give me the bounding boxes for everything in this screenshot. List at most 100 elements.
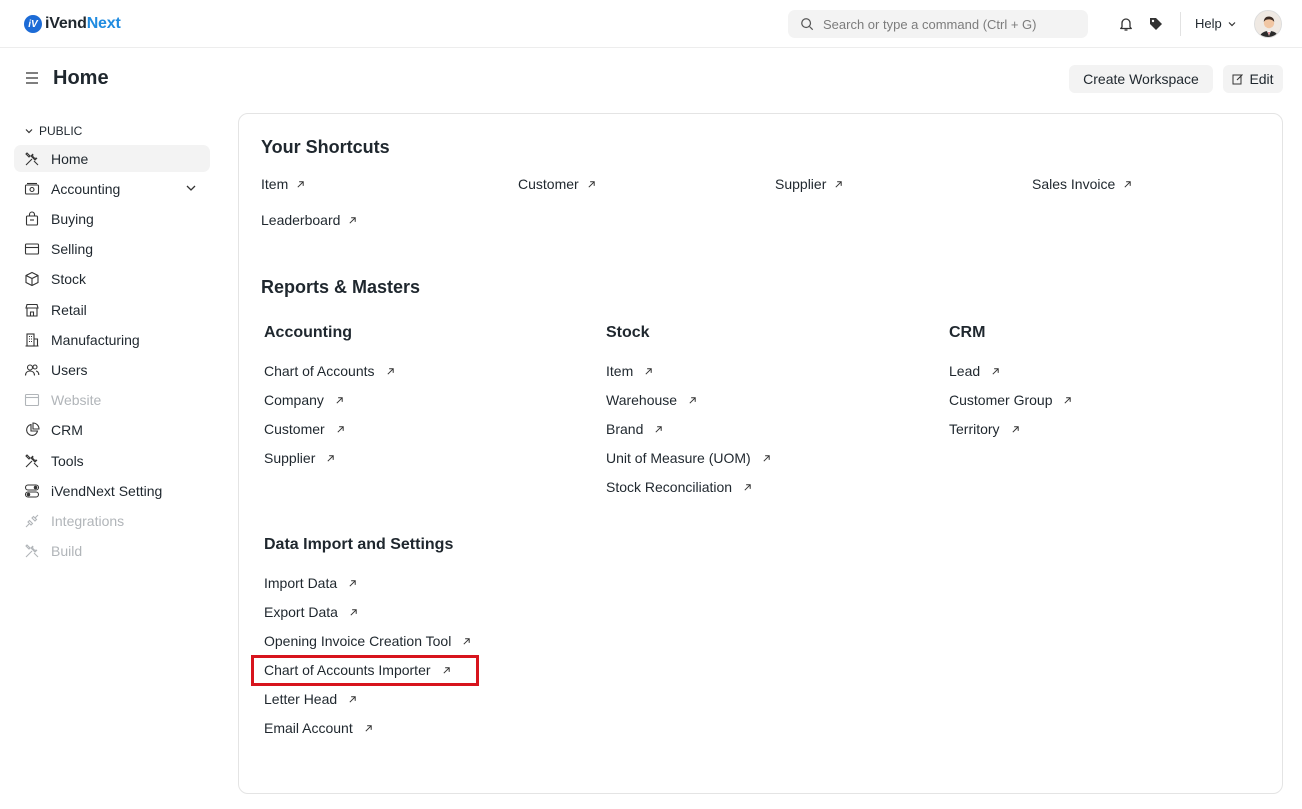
sidebar-item-tools[interactable]: Tools [14, 447, 210, 474]
link-label: Letter Head [264, 691, 338, 707]
sidebar-item-label: Tools [51, 452, 84, 469]
arrow-up-right-icon [645, 367, 652, 375]
chevron-down-icon [25, 129, 33, 134]
chevron-down-icon[interactable] [184, 181, 198, 195]
link-label: Supplier [264, 450, 316, 466]
retail-icon [23, 301, 41, 319]
sidebar-item-retail[interactable]: Retail [14, 296, 210, 323]
sidebar-item-label: Selling [51, 241, 94, 258]
search-bar[interactable] [788, 10, 1088, 38]
link-customer[interactable]: Customer [264, 421, 345, 437]
edit-label: Edit [1249, 71, 1274, 87]
link-stock-reconciliation[interactable]: Stock Reconciliation [606, 479, 752, 495]
sidebar-item-build[interactable]: Build [14, 538, 210, 565]
arrow-up-right-icon [1012, 425, 1019, 433]
sidebar-item-accounting[interactable]: Accounting [14, 175, 210, 202]
link-import-data[interactable]: Import Data [264, 575, 357, 591]
tools-icon [23, 452, 41, 470]
arrow-up-right-icon [336, 396, 343, 404]
shortcut-customer[interactable]: Customer [518, 176, 596, 192]
accounting-icon [23, 180, 41, 198]
link-email-account[interactable]: Email Account [264, 720, 373, 736]
sidebar-item-ivendnext-setting[interactable]: iVendNext Setting [14, 477, 210, 504]
link-territory[interactable]: Territory [949, 421, 1020, 437]
link-export-data[interactable]: Export Data [264, 604, 358, 620]
link-label: Import Data [264, 575, 338, 591]
arrow-up-right-icon [349, 695, 356, 703]
link-label: Customer [264, 421, 325, 437]
link-chart-of-accounts-importer[interactable]: Chart of Accounts Importer [264, 662, 451, 678]
user-avatar[interactable] [1254, 10, 1282, 38]
sidebar-item-users[interactable]: Users [14, 357, 210, 384]
link-item[interactable]: Item [606, 363, 653, 379]
arrow-up-right-icon [1064, 396, 1072, 404]
sidebar-item-integrations[interactable]: Integrations [14, 507, 210, 534]
link-unit-of-measure[interactable]: Unit of Measure (UOM) [606, 450, 771, 466]
integrations-icon [23, 512, 41, 530]
link-label: Chart of Accounts [264, 363, 375, 379]
link-opening-invoice-creation-tool[interactable]: Opening Invoice Creation Tool [264, 633, 471, 649]
tools-icon [23, 150, 41, 168]
arrow-up-right-icon [1124, 180, 1131, 188]
brand-mark-icon: iV [24, 15, 42, 33]
arrow-up-right-icon [588, 180, 595, 188]
sidebar-item-stock[interactable]: Stock [14, 266, 210, 293]
edit-button[interactable]: Edit [1223, 65, 1283, 93]
arrow-up-right-icon [350, 608, 357, 616]
sidebar-item-website[interactable]: Website [14, 387, 210, 414]
link-label: Export Data [264, 604, 338, 620]
sidebar-item-label: Users [51, 362, 88, 378]
tag-icon[interactable] [1146, 14, 1166, 34]
sidebar-item-home[interactable]: Home [14, 145, 210, 173]
search-input[interactable] [823, 16, 1073, 32]
link-letter-head[interactable]: Letter Head [264, 691, 357, 707]
hamburger-menu-icon[interactable] [24, 70, 40, 86]
arrow-up-right-icon [744, 483, 751, 491]
sidebar: PUBLIC Home Accounting Buying Selling St… [14, 120, 210, 565]
sidebar-item-label: Integrations [51, 512, 125, 529]
arrow-up-right-icon [327, 454, 335, 462]
sidebar-item-label: Home [51, 150, 89, 167]
shortcut-item[interactable]: Item [261, 176, 305, 192]
shortcut-leaderboard[interactable]: Leaderboard [261, 212, 357, 228]
shortcut-supplier[interactable]: Supplier [775, 176, 843, 192]
sidebar-item-manufacturing[interactable]: Manufacturing [14, 326, 210, 353]
sidebar-item-label: Stock [51, 271, 87, 288]
reports-title: Reports & Masters [261, 277, 421, 297]
website-icon [23, 391, 41, 409]
settings-icon [23, 482, 41, 500]
arrow-up-right-icon [689, 396, 696, 404]
link-supplier[interactable]: Supplier [264, 450, 335, 466]
card-title-accounting: Accounting [264, 324, 352, 341]
sidebar-item-selling[interactable]: Selling [14, 236, 210, 263]
shortcut-label: Supplier [775, 176, 827, 192]
sidebar-group-label: PUBLIC [39, 124, 83, 138]
link-label: Chart of Accounts Importer [264, 662, 431, 678]
shortcut-label: Customer [518, 176, 579, 192]
notification-bell-icon[interactable] [1116, 14, 1136, 34]
page-header: Home Create Workspace Edit [0, 48, 1302, 108]
shortcut-sales-invoice[interactable]: Sales Invoice [1032, 176, 1132, 192]
brand-logo[interactable]: iV iVendNext [24, 14, 121, 34]
link-lead[interactable]: Lead [949, 363, 1000, 379]
sidebar-item-label: iVendNext Setting [51, 482, 163, 499]
create-workspace-button[interactable]: Create Workspace [1069, 65, 1213, 93]
link-label: Brand [606, 421, 644, 437]
sidebar-group-public[interactable]: PUBLIC [14, 120, 210, 142]
brand-name: iVendNext [45, 15, 121, 32]
sidebar-item-label: Accounting [51, 180, 121, 197]
link-brand[interactable]: Brand [606, 421, 663, 437]
arrow-up-right-icon [349, 579, 356, 587]
link-warehouse[interactable]: Warehouse [606, 392, 697, 408]
arrow-up-right-icon [349, 216, 357, 224]
arrow-up-right-icon [835, 180, 843, 188]
shortcuts-title: Your Shortcuts [261, 137, 390, 157]
sidebar-item-label: CRM [51, 422, 83, 439]
link-customer-group[interactable]: Customer Group [949, 392, 1072, 408]
sidebar-item-crm[interactable]: CRM [14, 417, 210, 444]
link-label: Email Account [264, 720, 353, 736]
link-chart-of-accounts[interactable]: Chart of Accounts [264, 363, 395, 379]
help-dropdown[interactable]: Help [1195, 16, 1237, 31]
link-company[interactable]: Company [264, 392, 344, 408]
sidebar-item-buying[interactable]: Buying [14, 206, 210, 233]
